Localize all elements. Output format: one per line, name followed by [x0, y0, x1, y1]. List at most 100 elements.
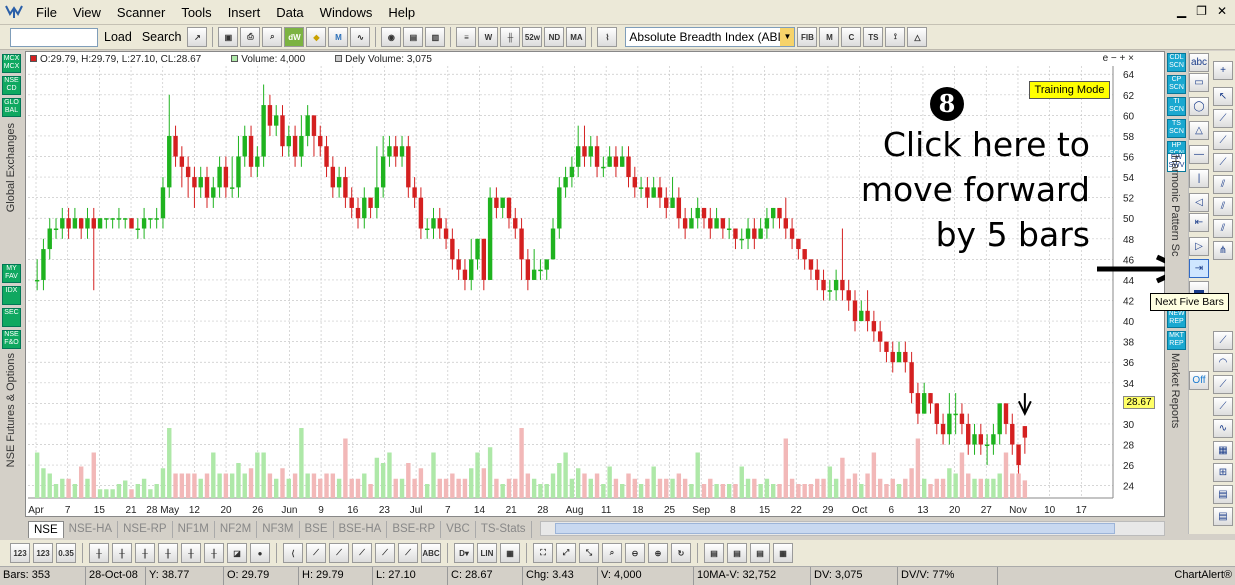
pivot-icon[interactable]: M — [819, 27, 840, 47]
search-button[interactable]: Search — [138, 30, 186, 44]
left-arrow-icon[interactable]: ⟨ — [283, 543, 303, 563]
tab-nf1m[interactable]: NF1M — [173, 521, 215, 538]
lin-icon[interactable]: LIN — [477, 543, 497, 563]
area-style-icon[interactable]: ╫ — [158, 543, 178, 563]
grid-icon[interactable]: ▦ — [1213, 441, 1233, 460]
bar-style-icon[interactable]: ╫ — [89, 543, 109, 563]
dw-icon[interactable]: dW — [284, 27, 305, 47]
minimize-icon[interactable]: ▁ — [1177, 4, 1186, 18]
zoom-out-icon[interactable]: ⊖ — [625, 543, 645, 563]
chart-icon[interactable]: ↗ — [187, 27, 208, 47]
load-button[interactable]: Load — [100, 30, 136, 44]
record-icon[interactable]: ● — [250, 543, 270, 563]
harmonic-icon[interactable]: △ — [907, 27, 928, 47]
back-five-bars-icon[interactable]: ⇤ — [1189, 213, 1209, 232]
cdl-scan-button[interactable]: CDL SCN — [1167, 53, 1186, 72]
close-icon[interactable]: ✕ — [1217, 4, 1227, 18]
trendline-sl2-icon[interactable]: ⟋ — [1213, 153, 1233, 172]
tab-nf2m[interactable]: NF2M — [215, 521, 258, 538]
refresh-icon[interactable]: ↻ — [671, 543, 691, 563]
tab-bse-ha[interactable]: BSE-HA — [334, 521, 388, 538]
tab-bse-rp[interactable]: BSE-RP — [387, 521, 442, 538]
percent-icon[interactable]: 0.35 — [56, 543, 76, 563]
tab-vbc[interactable]: VBC — [441, 521, 476, 538]
trend-e-icon[interactable]: ⟋ — [398, 543, 418, 563]
save-icon[interactable]: ▣ — [218, 27, 239, 47]
count-123-icon[interactable]: 123 — [10, 543, 30, 563]
indicator-icon[interactable]: ⌇ — [597, 27, 618, 47]
menu-insert[interactable]: Insert — [220, 0, 269, 25]
notes-icon[interactable]: ▤ — [727, 543, 747, 563]
cam-icon[interactable]: C — [841, 27, 862, 47]
nse-cd-button[interactable]: NSE CD — [2, 76, 21, 95]
preview-icon[interactable]: ⌕ — [262, 27, 283, 47]
hilo-icon[interactable]: 52w — [522, 27, 543, 47]
d-dropdown-icon[interactable]: D▾ — [454, 543, 474, 563]
vline-icon[interactable]: | — [1189, 169, 1209, 188]
globe-icon[interactable]: ◉ — [381, 27, 402, 47]
m-icon[interactable]: M — [328, 27, 349, 47]
tab-nse-rp[interactable]: NSE-RP — [118, 521, 173, 538]
indicator-dropdown[interactable]: Absolute Breadth Index (ABI ▼ — [625, 27, 796, 47]
diamond-icon[interactable]: ◆ — [306, 27, 327, 47]
market-reports-label[interactable]: Market Reports — [1169, 353, 1181, 428]
notes2-icon[interactable]: ▤ — [750, 543, 770, 563]
expand2-icon[interactable]: ⤡ — [579, 543, 599, 563]
prev-bar-icon[interactable]: ◁ — [1189, 193, 1209, 212]
renko-style-icon[interactable]: ◪ — [227, 543, 247, 563]
global-button[interactable]: GLO BAL — [2, 98, 21, 117]
grid-toggle-icon[interactable]: ▦ — [500, 543, 520, 563]
zoom-icon[interactable]: ⌕ — [602, 543, 622, 563]
menu-file[interactable]: File — [28, 0, 65, 25]
ts-icon[interactable]: TS — [863, 27, 884, 47]
sheet-icon[interactable]: ▤ — [1213, 485, 1233, 504]
menu-help[interactable]: Help — [380, 0, 423, 25]
cycle-icon[interactable]: ∿ — [1213, 419, 1233, 438]
trend-c-icon[interactable]: ⟋ — [352, 543, 372, 563]
channel-icon[interactable]: ⫽ — [1213, 175, 1233, 194]
tab-ts-stats[interactable]: TS-Stats — [476, 521, 532, 538]
pnf-style-icon[interactable]: ╫ — [204, 543, 224, 563]
add-icon[interactable]: + — [1213, 61, 1233, 80]
ellipse-icon[interactable]: ◯ — [1189, 97, 1209, 116]
zoom-in-icon[interactable]: ⊕ — [648, 543, 668, 563]
fit-icon[interactable]: ⛶ — [533, 543, 553, 563]
trendline-sl-icon[interactable]: ⟋ — [1213, 131, 1233, 150]
window-icon[interactable]: ▥ — [425, 27, 446, 47]
table-icon[interactable]: ⊞ — [1213, 463, 1233, 482]
symbol-input[interactable] — [10, 27, 98, 47]
expand-icon[interactable]: ⤢ — [556, 543, 576, 563]
ma-icon[interactable]: MA — [566, 27, 587, 47]
mcx-button[interactable]: MCX MCX — [2, 54, 21, 73]
arc-icon[interactable]: ◠ — [1213, 353, 1233, 372]
calc-icon[interactable]: ▦ — [773, 543, 793, 563]
my-fav-button[interactable]: MY FAV — [2, 264, 21, 283]
hline-icon[interactable]: — — [1189, 145, 1209, 164]
fib-fan-icon[interactable]: ⟋ — [1213, 331, 1233, 350]
idx-button[interactable]: IDX — [2, 286, 21, 305]
trend-a-icon[interactable]: ⟋ — [306, 543, 326, 563]
tab-nse[interactable]: NSE — [28, 521, 64, 538]
menu-data[interactable]: Data — [268, 0, 311, 25]
speed-line-icon[interactable]: ⟋ — [1213, 397, 1233, 416]
chevron-down-icon[interactable]: ▼ — [780, 28, 795, 46]
pointer-icon[interactable]: ↖ — [1213, 87, 1233, 106]
next-bar-icon[interactable]: ▷ — [1189, 237, 1209, 256]
rectangle-icon[interactable]: ▭ — [1189, 73, 1209, 92]
restore-icon[interactable]: ❐ — [1196, 4, 1207, 18]
triangle-icon[interactable]: △ — [1189, 121, 1209, 140]
line-style-icon[interactable]: ╫ — [135, 543, 155, 563]
menu-view[interactable]: View — [65, 0, 109, 25]
ohlc-icon[interactable]: ╫ — [500, 27, 521, 47]
trend-d-icon[interactable]: ⟋ — [375, 543, 395, 563]
weekly-icon[interactable]: W — [478, 27, 499, 47]
channel-sl-icon[interactable]: ⫽ — [1213, 197, 1233, 216]
sheet2-icon[interactable]: ▤ — [1213, 507, 1233, 526]
futures-options-label[interactable]: NSE Futures & Options — [5, 353, 17, 467]
menu-tools[interactable]: Tools — [173, 0, 219, 25]
horizontal-scrollbar[interactable] — [540, 521, 1165, 536]
nse-fo-button[interactable]: NSE F&O — [2, 330, 21, 349]
harmonic-pattern-label[interactable]: Harmonic Pattern Sc — [1169, 155, 1181, 256]
print-icon[interactable]: ⎙ — [240, 27, 261, 47]
report-icon[interactable]: ▤ — [704, 543, 724, 563]
